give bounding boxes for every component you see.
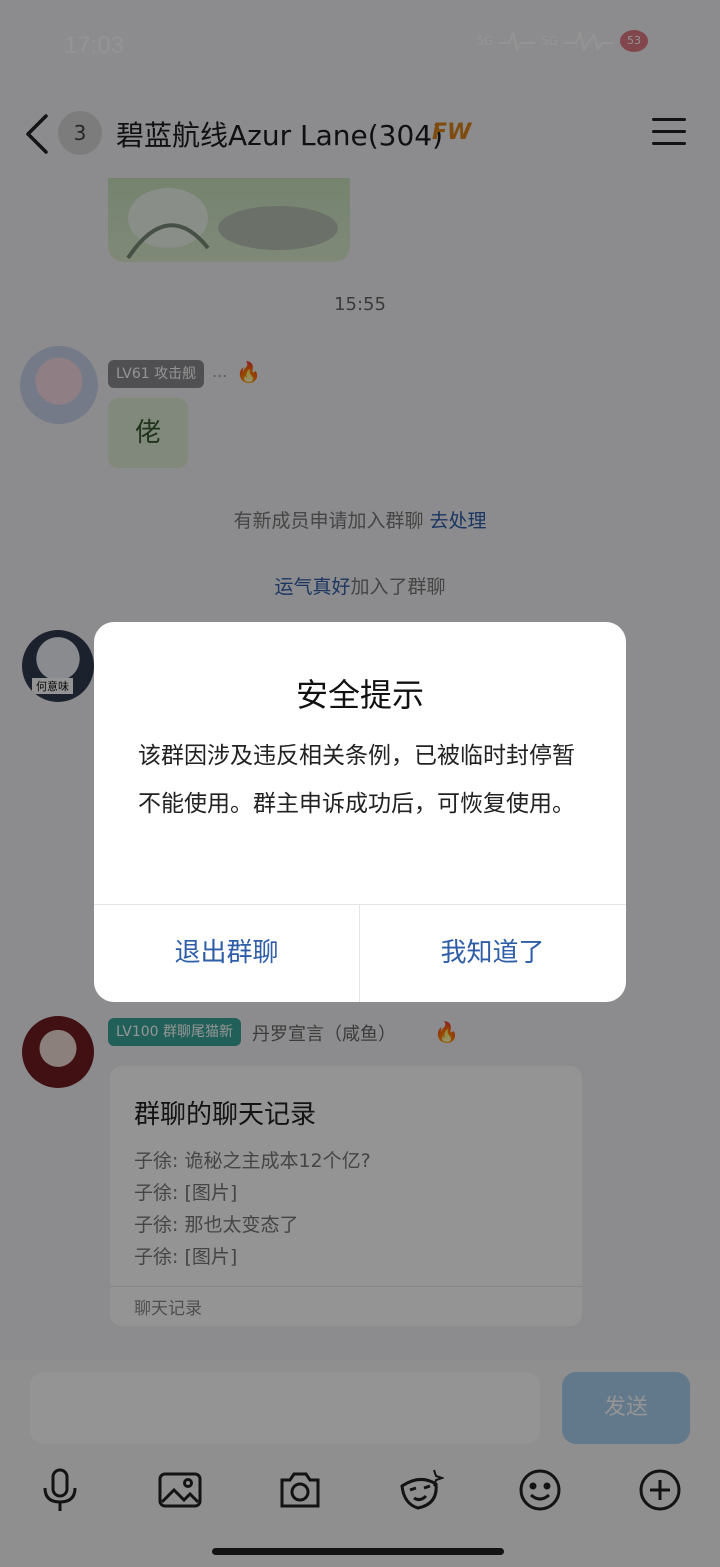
dialog-title: 安全提示 — [295, 676, 424, 714]
exit-group-button[interactable]: 退出群聊 — [94, 905, 359, 1002]
acknowledge-button[interactable]: 我知道了 — [360, 905, 625, 1002]
security-alert-dialog: 安全提示 该群因涉及违反相关条例，已被临时封停暂不能使用。群主申诉成功后，可恢复… — [94, 622, 626, 1002]
dialog-message: 该群因涉及违反相关条例，已被临时封停暂不能使用。群主申诉成功后，可恢复使用。 — [138, 743, 575, 817]
